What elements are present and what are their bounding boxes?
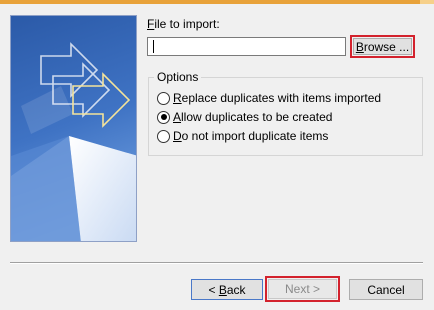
radio-button-checked-icon[interactable] (157, 110, 170, 124)
import-wizard-dialog: File to import: Browse ... Options Repla… (0, 0, 434, 310)
option-do-not-import[interactable]: Do not import duplicate items (157, 129, 328, 143)
browse-label: rowse ... (363, 39, 410, 54)
back-label: ack (226, 282, 246, 297)
radio-button-icon[interactable] (157, 91, 170, 105)
option-replace-duplicates[interactable]: Replace duplicates with items imported (157, 91, 381, 105)
option-replace-label: eplace duplicates with items imported (181, 91, 382, 105)
option-donot-label: o not import duplicate items (181, 129, 329, 143)
file-path-input[interactable] (147, 37, 346, 56)
option-allow-label: llow duplicates to be created (181, 110, 333, 124)
back-button[interactable]: < Back (191, 279, 263, 300)
radio-button-icon[interactable] (157, 129, 170, 143)
file-to-import-label: File to import: (147, 17, 220, 31)
footer-separator-highlight (10, 263, 423, 264)
text-caret (153, 40, 154, 53)
back-accel: B (218, 282, 227, 297)
wizard-graphic (10, 15, 137, 242)
window-accent-strip (0, 0, 434, 4)
next-button[interactable]: Next > (268, 279, 337, 299)
browse-button[interactable]: Browse ... (353, 38, 412, 55)
window-accent-strip-end (420, 0, 434, 4)
back-prefix: < (208, 282, 219, 297)
cancel-button[interactable]: Cancel (349, 279, 423, 300)
browse-accel: B (355, 39, 364, 54)
option-allow-accel: A (173, 110, 182, 124)
wizard-graphic-icon (11, 16, 136, 241)
options-legend: Options (154, 70, 202, 84)
option-replace-accel: R (173, 91, 182, 105)
option-allow-duplicates[interactable]: Allow duplicates to be created (157, 110, 332, 124)
option-donot-accel: D (173, 129, 182, 143)
file-label-text: ile to import: (154, 17, 220, 31)
